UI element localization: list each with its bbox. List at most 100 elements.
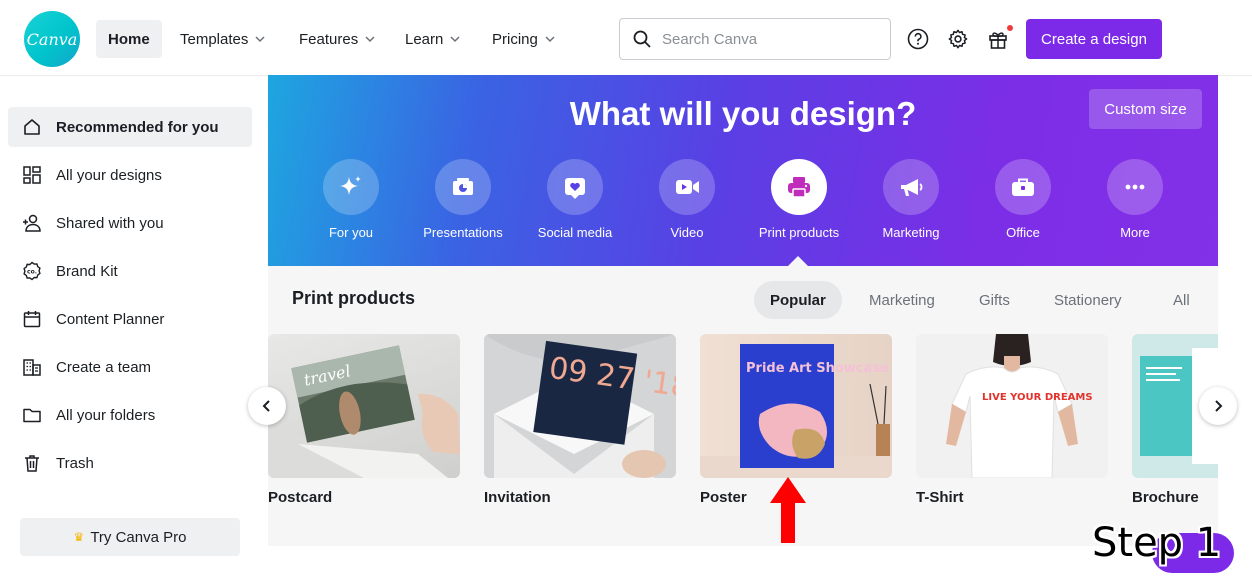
- category-video[interactable]: Video: [631, 159, 743, 240]
- more-icon: [1125, 184, 1145, 190]
- nav-home-label: Home: [108, 30, 150, 48]
- filter-popular[interactable]: Popular: [754, 281, 842, 319]
- sidebar-item-label: Shared with you: [56, 214, 164, 232]
- chevron-down-icon: [450, 36, 460, 43]
- chevron-left-icon: [262, 400, 270, 412]
- sidebar-item-folders[interactable]: All your folders: [8, 395, 252, 435]
- top-nav-bar: Canva Home Templates Features Learn Pric…: [0, 0, 1252, 76]
- category-label: Print products: [758, 225, 840, 240]
- grid-icon: [23, 166, 41, 184]
- settings-icon[interactable]: [946, 27, 970, 51]
- canva-logo[interactable]: Canva: [24, 11, 80, 67]
- help-icon[interactable]: [906, 27, 930, 51]
- card-label: Postcard: [268, 489, 333, 506]
- category-label: Social media: [537, 225, 613, 240]
- building-icon: [23, 359, 41, 376]
- category-social-media[interactable]: Social media: [519, 159, 631, 240]
- nav-pricing[interactable]: Pricing: [480, 20, 568, 58]
- sidebar: Recommended for you All your designs Sha…: [0, 77, 262, 583]
- category-label: For you: [328, 225, 374, 240]
- carousel-prev-button[interactable]: [248, 387, 286, 425]
- trash-icon: [25, 455, 39, 472]
- nav-templates-label: Templates: [180, 30, 249, 48]
- nav-learn[interactable]: Learn: [393, 20, 473, 58]
- t-shirt-thumb-text: LIVE YOUR DREAMS: [982, 392, 1093, 403]
- filter-all[interactable]: All: [1157, 281, 1206, 319]
- sidebar-item-all-designs[interactable]: All your designs: [8, 155, 252, 195]
- sidebar-item-label: All your folders: [56, 406, 156, 424]
- briefcase-icon: [1012, 178, 1034, 196]
- search-box[interactable]: [619, 18, 891, 60]
- create-design-button[interactable]: Create a design: [1026, 19, 1162, 59]
- try-pro-label: Try Canva Pro: [90, 528, 187, 546]
- section-title: Print products: [292, 288, 416, 308]
- filter-label: Stationery: [1054, 291, 1122, 309]
- video-icon: [676, 180, 699, 194]
- sidebar-item-label: Create a team: [56, 358, 152, 376]
- postcard-thumbnail: travel: [268, 334, 460, 478]
- filter-label: All: [1173, 291, 1190, 309]
- poster-thumb-text: Pride Art Showcase: [746, 361, 889, 376]
- custom-size-label: Custom size: [1104, 100, 1187, 118]
- red-arrow-annotation: [770, 477, 806, 543]
- step-label: Step 1: [1092, 520, 1222, 566]
- chevron-down-icon: [545, 36, 555, 43]
- svg-text:co.: co.: [27, 269, 37, 276]
- invitation-thumbnail: 09 27 '18: [484, 334, 676, 478]
- folder-icon: [23, 408, 41, 423]
- people-icon: [23, 214, 41, 232]
- category-for-you[interactable]: For you: [295, 159, 407, 240]
- t-shirt-image: LIVE YOUR DREAMS: [946, 334, 1093, 478]
- category-print-products[interactable]: Print products: [743, 159, 855, 240]
- sidebar-item-trash[interactable]: Trash: [8, 443, 252, 483]
- category-marketing[interactable]: Marketing: [855, 159, 967, 240]
- filter-marketing[interactable]: Marketing: [853, 281, 951, 319]
- chevron-down-icon: [365, 36, 375, 43]
- nav-home[interactable]: Home: [96, 20, 162, 58]
- logo-text: Canva: [26, 29, 78, 49]
- sidebar-item-brand-kit[interactable]: co. Brand Kit: [8, 251, 252, 291]
- design-hero-banner: What will you design? Custom size For yo…: [268, 75, 1218, 266]
- home-icon: [24, 119, 40, 135]
- category-presentations[interactable]: Presentations: [407, 159, 519, 240]
- sparkle-icon: [340, 176, 361, 195]
- sidebar-item-label: Brand Kit: [56, 262, 118, 280]
- filter-gifts[interactable]: Gifts: [963, 281, 1026, 319]
- invitation-image: 09 27 '18: [484, 334, 676, 478]
- category-office[interactable]: Office: [967, 159, 1079, 240]
- gift-icon[interactable]: [986, 25, 1013, 51]
- create-design-label: Create a design: [1041, 30, 1147, 48]
- sidebar-item-shared[interactable]: Shared with you: [8, 203, 252, 243]
- product-card-t-shirt[interactable]: LIVE YOUR DREAMS T-Shirt: [916, 334, 1108, 506]
- category-label: Office: [1006, 225, 1040, 240]
- card-label: T-Shirt: [916, 489, 964, 506]
- search-icon: [633, 30, 651, 48]
- sidebar-item-recommended[interactable]: Recommended for you: [8, 107, 252, 147]
- chevron-right-icon: [1215, 400, 1223, 412]
- hero-title: What will you design?: [569, 95, 917, 132]
- heart-icon: [565, 178, 585, 199]
- carousel-next-button[interactable]: [1199, 387, 1237, 425]
- poster-thumbnail: Pride Art Showcase: [700, 334, 892, 478]
- category-more[interactable]: More: [1079, 159, 1191, 240]
- product-card-invitation[interactable]: 09 27 '18 Invitation: [484, 334, 676, 506]
- nav-features[interactable]: Features: [287, 20, 388, 58]
- notification-dot: [1007, 25, 1013, 31]
- custom-size-button[interactable]: Custom size: [1089, 89, 1202, 129]
- category-label: Marketing: [882, 225, 940, 240]
- product-card-postcard[interactable]: travel Postcard: [268, 334, 460, 506]
- card-label: Brochure: [1132, 489, 1199, 506]
- poster-image: Pride Art Showcase: [700, 344, 892, 478]
- active-category-pointer: [788, 256, 808, 266]
- sidebar-item-label: Trash: [56, 454, 94, 472]
- card-label: Invitation: [484, 489, 551, 506]
- filter-stationery[interactable]: Stationery: [1038, 281, 1138, 319]
- search-input[interactable]: [662, 30, 872, 48]
- filter-label: Marketing: [869, 291, 935, 309]
- brand-kit-icon: co.: [23, 261, 41, 281]
- try-canva-pro-button[interactable]: ♛ Try Canva Pro: [20, 518, 240, 556]
- sidebar-item-content-planner[interactable]: Content Planner: [8, 299, 252, 339]
- sidebar-item-create-team[interactable]: Create a team: [8, 347, 252, 387]
- sidebar-item-label: Content Planner: [56, 310, 165, 328]
- nav-templates[interactable]: Templates: [168, 20, 278, 58]
